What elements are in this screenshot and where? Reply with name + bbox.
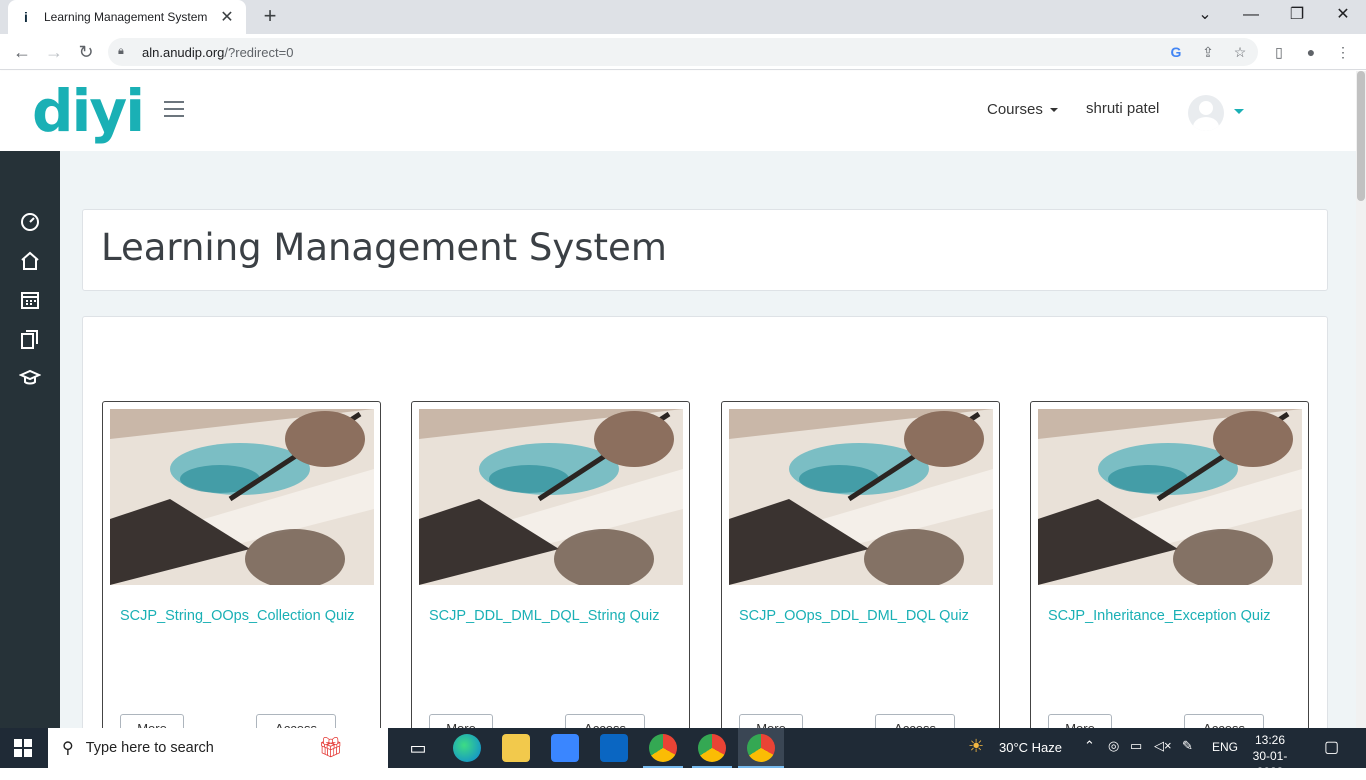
share-icon[interactable]: ⇪: [1197, 41, 1219, 63]
network-icon[interactable]: ▭: [1130, 738, 1142, 754]
edge-browser-icon[interactable]: [453, 734, 481, 762]
page-header-card: Learning Management System: [82, 209, 1328, 291]
minimize-button[interactable]: —: [1228, 0, 1274, 34]
clock-time: 13:26: [1254, 733, 1286, 747]
course-title-link[interactable]: SCJP_OOps_DDL_DML_DQL Quiz: [739, 608, 984, 624]
language-indicator[interactable]: ENG: [1212, 740, 1238, 754]
system-clock[interactable]: 13:26 30-01-2023: [1240, 732, 1300, 780]
chrome-profile-2-icon[interactable]: [698, 734, 726, 762]
close-window-button[interactable]: ✕: [1320, 0, 1366, 34]
lock-icon[interactable]: 🔒︎: [118, 45, 132, 59]
more-button[interactable]: More: [739, 714, 803, 728]
more-button[interactable]: More: [120, 714, 184, 728]
tab-title: Learning Management System: [44, 10, 208, 24]
clock-date: 30-01-2023: [1252, 749, 1288, 779]
scrollbar-thumb[interactable]: [1357, 71, 1365, 201]
close-tab-icon[interactable]: ✕: [218, 7, 236, 27]
file-explorer-icon[interactable]: [502, 734, 530, 762]
course-title-link[interactable]: SCJP_DDL_DML_DQL_String Quiz: [429, 608, 674, 624]
show-hidden-icons-icon[interactable]: ⌃: [1084, 738, 1095, 754]
course-card: SCJP_Inheritance_Exception Quiz More Acc…: [1030, 401, 1309, 728]
access-button[interactable]: Access: [875, 714, 955, 728]
profile-icon[interactable]: ●: [1300, 41, 1322, 63]
logo-text: diyi: [32, 77, 145, 145]
course-image[interactable]: [729, 409, 993, 585]
hamburger-menu-icon[interactable]: [164, 101, 184, 117]
mail-icon[interactable]: [600, 734, 628, 762]
url-text: aln.anudip.org/?redirect=0: [142, 45, 293, 60]
side-panel-icon[interactable]: ▯: [1268, 41, 1290, 63]
google-icon[interactable]: G: [1165, 41, 1187, 63]
home-icon[interactable]: [19, 250, 41, 272]
calendar-icon[interactable]: [19, 289, 41, 311]
user-avatar[interactable]: [1188, 95, 1224, 131]
diyi-logo[interactable]: diyi: [32, 77, 145, 145]
user-name[interactable]: shruti patel: [1086, 100, 1159, 117]
courses-caret-icon: [1050, 108, 1059, 113]
more-button[interactable]: More: [1048, 714, 1112, 728]
pen-icon[interactable]: ✎: [1182, 738, 1193, 754]
access-button[interactable]: Access: [1184, 714, 1264, 728]
bookmark-star-icon[interactable]: ☆: [1229, 41, 1251, 63]
weather-icon[interactable]: ☀︎: [968, 736, 984, 757]
user-menu-caret-icon[interactable]: [1234, 109, 1244, 114]
notifications-icon[interactable]: ▢: [1324, 737, 1339, 757]
forward-button[interactable]: →: [42, 40, 66, 64]
dashboard-icon[interactable]: [19, 211, 41, 233]
site-favicon-icon: i: [24, 9, 28, 25]
graduation-cap-icon[interactable]: [19, 367, 41, 389]
new-tab-button[interactable]: +: [258, 5, 282, 29]
left-sidebar: [0, 151, 60, 728]
address-toolbar: ← → ↻ 🔒︎ aln.anudip.org/?redirect=0 G ⇪ …: [0, 34, 1366, 70]
course-title-link[interactable]: SCJP_String_OOps_Collection Quiz: [120, 608, 365, 624]
meet-now-icon[interactable]: ◎: [1108, 738, 1119, 754]
course-card: SCJP_OOps_DDL_DML_DQL Quiz More Access: [721, 401, 1000, 728]
course-image[interactable]: [110, 409, 374, 585]
volume-muted-icon[interactable]: ◁×: [1154, 738, 1172, 754]
course-image[interactable]: [1038, 409, 1302, 585]
course-list-panel: SCJP_String_OOps_Collection Quiz More Ac…: [82, 316, 1328, 728]
browser-tab-bar: i Learning Management System ✕ + ⌄ — ❐ ✕: [0, 0, 1366, 34]
taskbar-search-placeholder: Type here to search: [85, 740, 214, 756]
search-highlight-gift-icon[interactable]: 🎁︎: [318, 734, 378, 762]
task-view-icon[interactable]: ▭: [404, 734, 432, 762]
course-card: SCJP_String_OOps_Collection Quiz More Ac…: [102, 401, 381, 728]
course-title-link[interactable]: SCJP_Inheritance_Exception Quiz: [1048, 608, 1293, 624]
restore-button[interactable]: ❐: [1274, 0, 1320, 34]
courses-label: Courses: [987, 101, 1043, 118]
url-host: aln.anudip.org: [142, 44, 225, 60]
chrome-profile-3-icon[interactable]: [747, 734, 775, 762]
files-icon[interactable]: [19, 328, 41, 350]
weather-text[interactable]: 30°C Haze: [999, 740, 1062, 755]
url-path: /?redirect=0: [224, 44, 294, 60]
search-icon: ⚲: [62, 740, 74, 757]
address-bar[interactable]: 🔒︎ aln.anudip.org/?redirect=0: [108, 38, 1258, 66]
more-button[interactable]: More: [429, 714, 493, 728]
browser-tab[interactable]: i Learning Management System ✕: [8, 0, 246, 34]
menu-kebab-icon[interactable]: ⋮: [1332, 41, 1354, 63]
reload-button[interactable]: ↻: [74, 40, 98, 64]
tab-search-icon[interactable]: ⌄: [1182, 0, 1228, 34]
chrome-profile-1-icon[interactable]: [649, 734, 677, 762]
access-button[interactable]: Access: [565, 714, 645, 728]
microsoft-store-icon[interactable]: [551, 734, 579, 762]
windows-start-icon[interactable]: [14, 739, 32, 757]
course-card: SCJP_DDL_DML_DQL_String Quiz More Access: [411, 401, 690, 728]
back-button[interactable]: ←: [10, 40, 34, 64]
windows-taskbar: ⚲ Type here to search 🎁︎ ▭ ☀︎ 30°C Haze …: [0, 728, 1366, 779]
site-header: diyi Courses shruti patel: [0, 71, 1356, 151]
access-button[interactable]: Access: [256, 714, 336, 728]
main-content: Learning Management System SCJP_String_O…: [60, 151, 1356, 728]
courses-menu[interactable]: Courses: [987, 101, 1059, 118]
course-image[interactable]: [419, 409, 683, 585]
page-title: Learning Management System: [101, 226, 667, 269]
page-scrollbar[interactable]: [1356, 71, 1366, 728]
